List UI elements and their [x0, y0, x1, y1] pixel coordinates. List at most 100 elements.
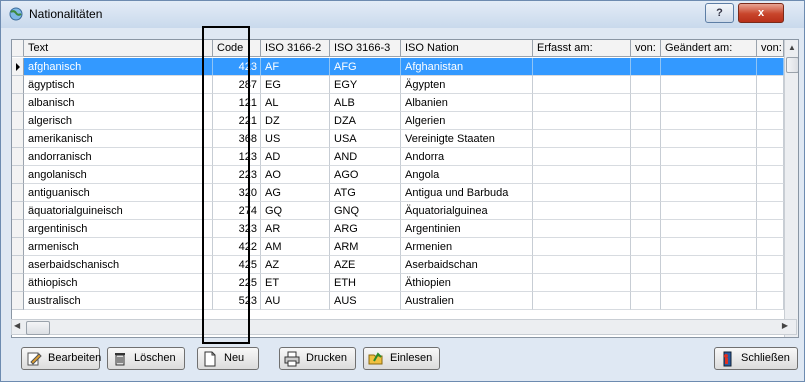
cell-code[interactable]: 221 — [213, 112, 261, 130]
cell-iso-nation[interactable]: Antigua und Barbuda — [401, 184, 533, 202]
table-row[interactable]: argentinisch 323 AR ARG Argentinien — [12, 220, 784, 238]
cell-text[interactable]: antiguanisch — [24, 184, 213, 202]
cell-text[interactable]: andorranisch — [24, 148, 213, 166]
row-indicator[interactable] — [12, 166, 24, 184]
delete-button[interactable]: Löschen — [107, 347, 185, 370]
current-row-indicator[interactable] — [12, 58, 24, 76]
cell-iso2[interactable]: ET — [261, 274, 330, 292]
row-indicator[interactable] — [12, 274, 24, 292]
cell-iso3[interactable]: ALB — [330, 94, 401, 112]
cell-iso-nation[interactable]: Äquatorialguinea — [401, 202, 533, 220]
cell-modified-by[interactable] — [757, 256, 784, 274]
cell-created-at[interactable] — [533, 184, 631, 202]
cell-iso-nation[interactable]: Algerien — [401, 112, 533, 130]
cell-modified-at[interactable] — [661, 130, 757, 148]
table-row[interactable]: amerikanisch 368 US USA Vereinigte Staaten — [12, 130, 784, 148]
cell-iso-nation[interactable]: Andorra — [401, 148, 533, 166]
cell-modified-by[interactable] — [757, 58, 784, 76]
cell-iso-nation[interactable]: Albanien — [401, 94, 533, 112]
cell-modified-at[interactable] — [661, 256, 757, 274]
table-row[interactable]: australisch 523 AU AUS Australien — [12, 292, 784, 310]
cell-iso-nation[interactable]: Äthiopien — [401, 274, 533, 292]
row-indicator[interactable] — [12, 130, 24, 148]
scroll-right-icon[interactable]: ▶ — [782, 321, 788, 330]
cell-modified-at[interactable] — [661, 94, 757, 112]
row-indicator[interactable] — [12, 112, 24, 130]
horizontal-scroll-thumb[interactable] — [26, 321, 50, 335]
column-header-code[interactable]: Code — [213, 40, 261, 57]
cell-iso-nation[interactable]: Australien — [401, 292, 533, 310]
table-row[interactable]: andorranisch 123 AD AND Andorra — [12, 148, 784, 166]
cell-code[interactable]: 423 — [213, 58, 261, 76]
cell-created-at[interactable] — [533, 166, 631, 184]
cell-created-at[interactable] — [533, 130, 631, 148]
cell-modified-by[interactable] — [757, 202, 784, 220]
row-indicator[interactable] — [12, 94, 24, 112]
cell-modified-at[interactable] — [661, 292, 757, 310]
cell-iso2[interactable]: AL — [261, 94, 330, 112]
cell-created-by[interactable] — [631, 184, 661, 202]
cell-created-at[interactable] — [533, 58, 631, 76]
cell-iso2[interactable]: AO — [261, 166, 330, 184]
table-row[interactable]: angolanisch 223 AO AGO Angola — [12, 166, 784, 184]
cell-modified-at[interactable] — [661, 166, 757, 184]
cell-iso2[interactable]: AR — [261, 220, 330, 238]
cell-created-by[interactable] — [631, 256, 661, 274]
table-row[interactable]: äquatorialguineisch 274 GQ GNQ Äquatorialgui… — [12, 202, 784, 220]
cell-created-by[interactable] — [631, 94, 661, 112]
row-indicator[interactable] — [12, 148, 24, 166]
cell-modified-by[interactable] — [757, 130, 784, 148]
cell-iso3[interactable]: DZA — [330, 112, 401, 130]
cell-iso2[interactable]: AM — [261, 238, 330, 256]
cell-iso2[interactable]: AU — [261, 292, 330, 310]
column-header-modified-by[interactable]: von: — [757, 40, 784, 57]
cell-created-by[interactable] — [631, 274, 661, 292]
vertical-scrollbar[interactable]: ▲ ▼ — [784, 40, 798, 337]
cell-iso3[interactable]: EGY — [330, 76, 401, 94]
import-button[interactable]: Einlesen — [363, 347, 440, 370]
nationalities-grid[interactable]: Text Code ISO 3166-2 ISO 3166-3 ISO Nati… — [11, 39, 799, 338]
scroll-up-icon[interactable]: ▲ — [785, 41, 798, 55]
cell-created-at[interactable] — [533, 94, 631, 112]
cell-iso-nation[interactable]: Afghanistan — [401, 58, 533, 76]
edit-button[interactable]: Bearbeiten — [21, 347, 101, 370]
cell-iso2[interactable]: US — [261, 130, 330, 148]
cell-code[interactable]: 121 — [213, 94, 261, 112]
cell-created-by[interactable] — [631, 58, 661, 76]
cell-iso3[interactable]: GNQ — [330, 202, 401, 220]
row-indicator[interactable] — [12, 76, 24, 94]
row-indicator[interactable] — [12, 256, 24, 274]
cell-text[interactable]: amerikanisch — [24, 130, 213, 148]
cell-iso2[interactable]: EG — [261, 76, 330, 94]
table-row[interactable]: armenisch 422 AM ARM Armenien — [12, 238, 784, 256]
cell-created-by[interactable] — [631, 148, 661, 166]
row-indicator[interactable] — [12, 220, 24, 238]
cell-created-by[interactable] — [631, 220, 661, 238]
table-row[interactable]: albanisch 121 AL ALB Albanien — [12, 94, 784, 112]
cell-code[interactable]: 225 — [213, 274, 261, 292]
cell-created-by[interactable] — [631, 166, 661, 184]
cell-created-at[interactable] — [533, 256, 631, 274]
cell-text[interactable]: äthiopisch — [24, 274, 213, 292]
table-row[interactable]: aserbaidschanisch 425 AZ AZE Aserbaidschan — [12, 256, 784, 274]
cell-modified-at[interactable] — [661, 220, 757, 238]
cell-iso3[interactable]: AFG — [330, 58, 401, 76]
vertical-scroll-thumb[interactable] — [786, 57, 798, 73]
cell-modified-at[interactable] — [661, 58, 757, 76]
cell-created-by[interactable] — [631, 238, 661, 256]
cell-created-by[interactable] — [631, 202, 661, 220]
row-indicator[interactable] — [12, 292, 24, 310]
cell-created-at[interactable] — [533, 292, 631, 310]
cell-code[interactable]: 223 — [213, 166, 261, 184]
close-button[interactable]: Schließen — [714, 347, 798, 370]
cell-code[interactable]: 523 — [213, 292, 261, 310]
cell-created-at[interactable] — [533, 202, 631, 220]
cell-iso2[interactable]: DZ — [261, 112, 330, 130]
cell-text[interactable]: albanisch — [24, 94, 213, 112]
column-header-iso-nation[interactable]: ISO Nation — [401, 40, 533, 57]
cell-modified-by[interactable] — [757, 148, 784, 166]
cell-code[interactable]: 425 — [213, 256, 261, 274]
cell-iso3[interactable]: USA — [330, 130, 401, 148]
cell-modified-by[interactable] — [757, 166, 784, 184]
cell-modified-at[interactable] — [661, 112, 757, 130]
